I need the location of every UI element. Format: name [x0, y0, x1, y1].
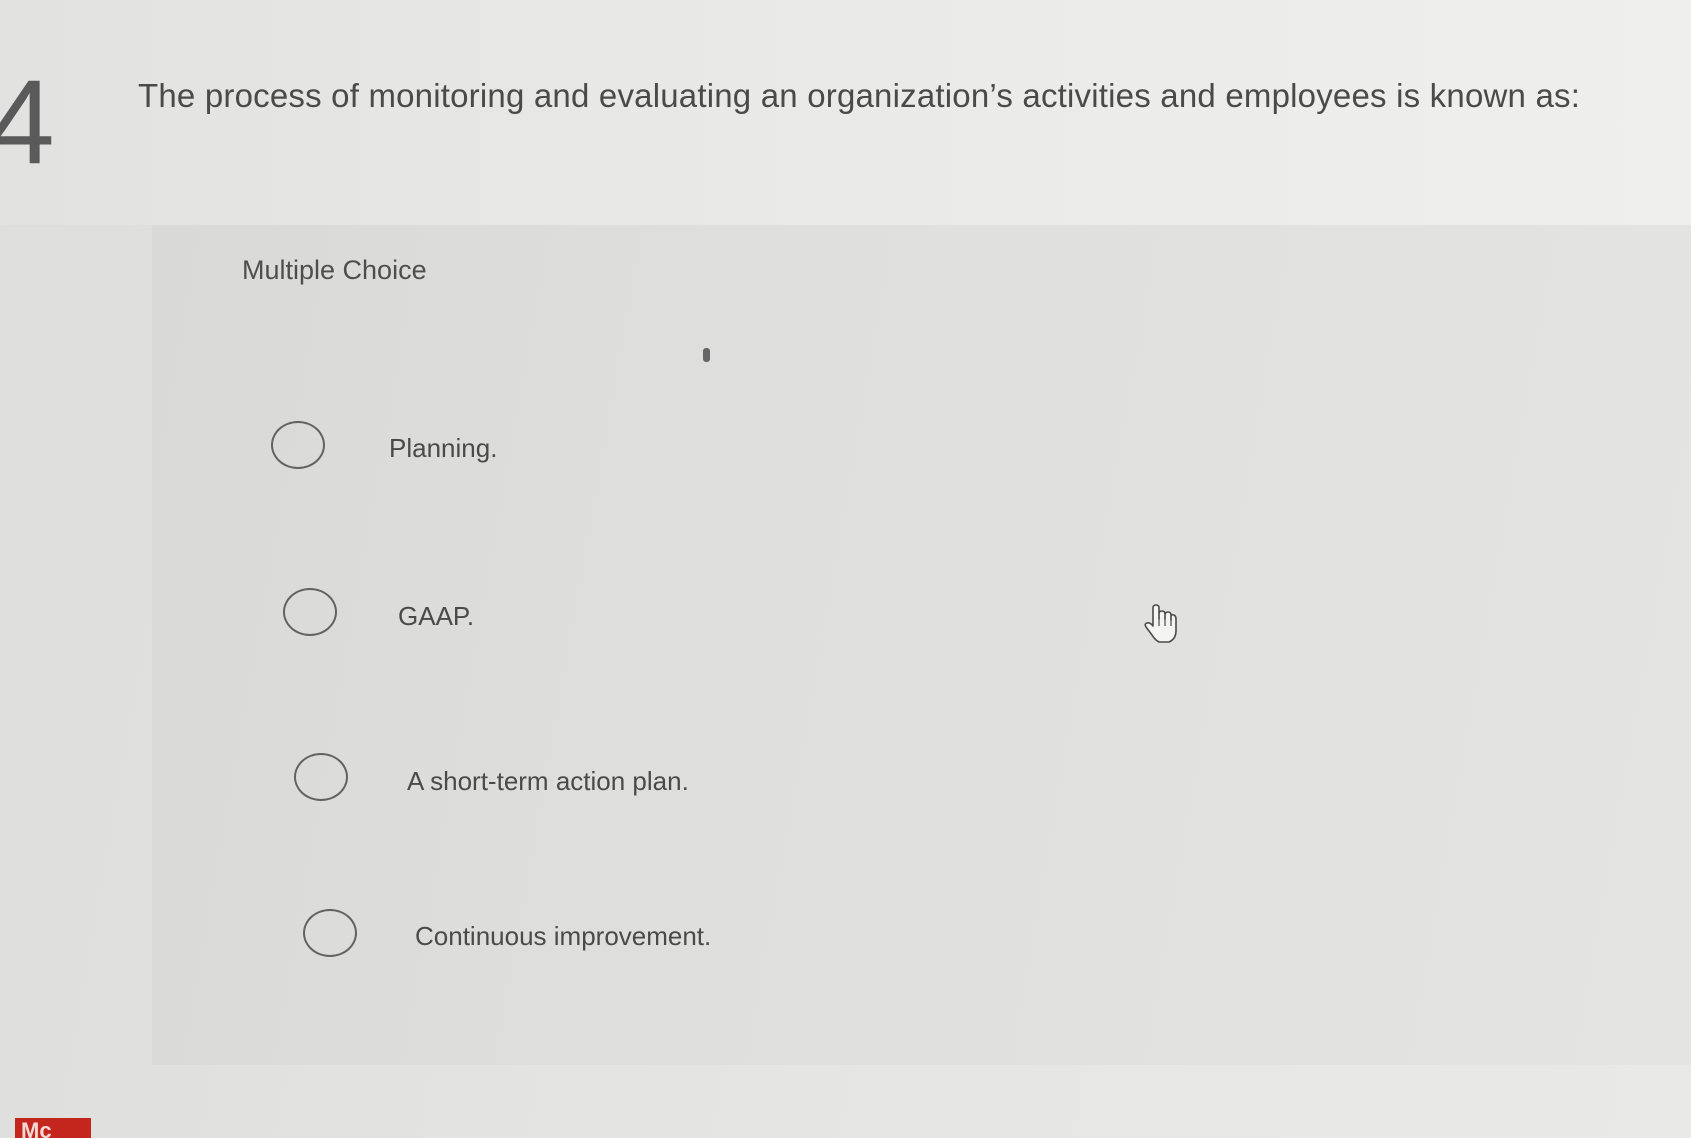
stray-mark — [703, 348, 710, 362]
option-label: GAAP. — [398, 601, 475, 631]
brand-logo: Mc — [15, 1118, 91, 1138]
brand-logo-text: Mc — [21, 1118, 52, 1138]
question-number: 4 — [0, 55, 55, 189]
option-planning[interactable]: Planning. — [271, 421, 531, 481]
option-label: A short-term action plan. — [407, 766, 689, 796]
radio-circle-icon[interactable] — [271, 421, 325, 469]
radio-circle-icon[interactable] — [283, 588, 337, 636]
question-prompt: The process of monitoring and evaluating… — [138, 77, 1581, 114]
radio-circle-icon[interactable] — [294, 753, 348, 801]
option-label: Planning. — [389, 433, 498, 463]
option-label: Continuous improvement. — [415, 921, 712, 951]
option-short-term-action-plan[interactable]: A short-term action plan. — [294, 753, 714, 813]
section-label-multiple-choice: Multiple Choice — [242, 255, 427, 285]
hand-pointer-icon — [1144, 604, 1177, 643]
radio-circle-icon[interactable] — [303, 909, 357, 957]
option-gaap[interactable]: GAAP. — [283, 588, 503, 648]
option-continuous-improvement[interactable]: Continuous improvement. — [303, 909, 723, 969]
